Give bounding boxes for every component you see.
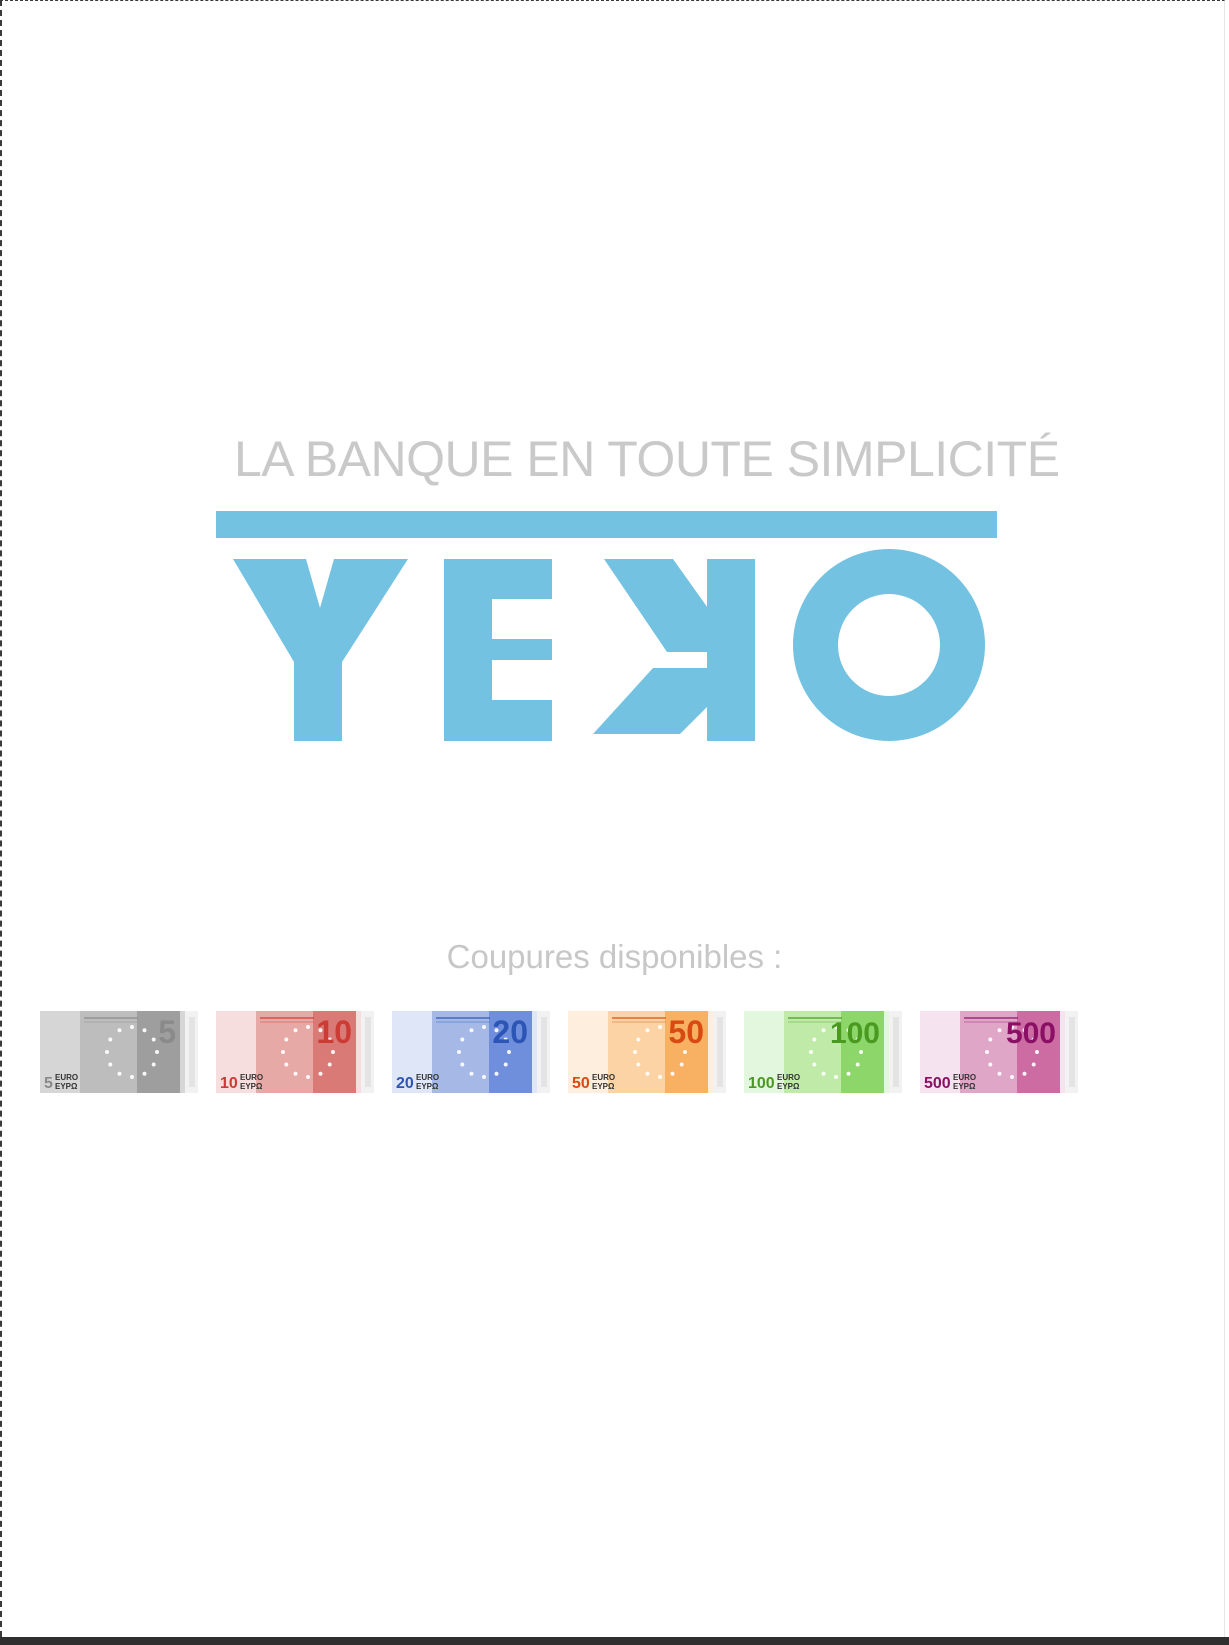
banknote-value: 100	[830, 1017, 880, 1050]
yeko-logo	[233, 549, 985, 741]
svg-text:EURO: EURO	[953, 1073, 976, 1082]
banknote-50: 50 50 EURO ΕΥΡΩ	[568, 1011, 726, 1093]
svg-text:EURO: EURO	[240, 1073, 263, 1082]
banknote-value: 20	[492, 1014, 528, 1050]
svg-text:ΕΥΡΩ: ΕΥΡΩ	[416, 1082, 439, 1091]
banknote-10: 10 10 EURO ΕΥΡΩ	[216, 1011, 374, 1093]
svg-text:EURO: EURO	[592, 1073, 615, 1082]
svg-text:ΕΥΡΩ: ΕΥΡΩ	[55, 1082, 78, 1091]
banknote-small-value: 10	[220, 1075, 238, 1092]
banknote-5: 5 5 EURO ΕΥΡΩ	[40, 1011, 198, 1093]
banknote-small-value: 100	[748, 1075, 775, 1092]
svg-text:ΕΥΡΩ: ΕΥΡΩ	[240, 1082, 263, 1091]
banknote-small-value: 50	[572, 1075, 590, 1092]
banknote-value: 5	[158, 1014, 176, 1050]
banknote-500: 500 500 EURO ΕΥΡΩ	[920, 1011, 1078, 1093]
svg-text:EURO: EURO	[416, 1073, 439, 1082]
banknote-small-value: 500	[924, 1075, 951, 1092]
svg-text:ΕΥΡΩ: ΕΥΡΩ	[777, 1082, 800, 1091]
svg-text:EURO: EURO	[55, 1073, 78, 1082]
banknote-value: 50	[668, 1014, 704, 1050]
banknote-small-value: 20	[396, 1075, 414, 1092]
bottom-bar	[0, 1637, 1229, 1645]
svg-text:ΕΥΡΩ: ΕΥΡΩ	[592, 1082, 615, 1091]
denominations-caption: Coupures disponibles :	[446, 938, 783, 975]
svg-text:EURO: EURO	[777, 1073, 800, 1082]
banknote-small-value: 5	[44, 1075, 53, 1092]
banknote-value: 500	[1006, 1017, 1056, 1050]
banknote-20: 20 20 EURO ΕΥΡΩ	[392, 1011, 550, 1093]
banknote-value: 10	[316, 1014, 352, 1050]
svg-text:ΕΥΡΩ: ΕΥΡΩ	[953, 1082, 976, 1091]
banknote-100: 100 100 EURO ΕΥΡΩ	[744, 1011, 902, 1093]
